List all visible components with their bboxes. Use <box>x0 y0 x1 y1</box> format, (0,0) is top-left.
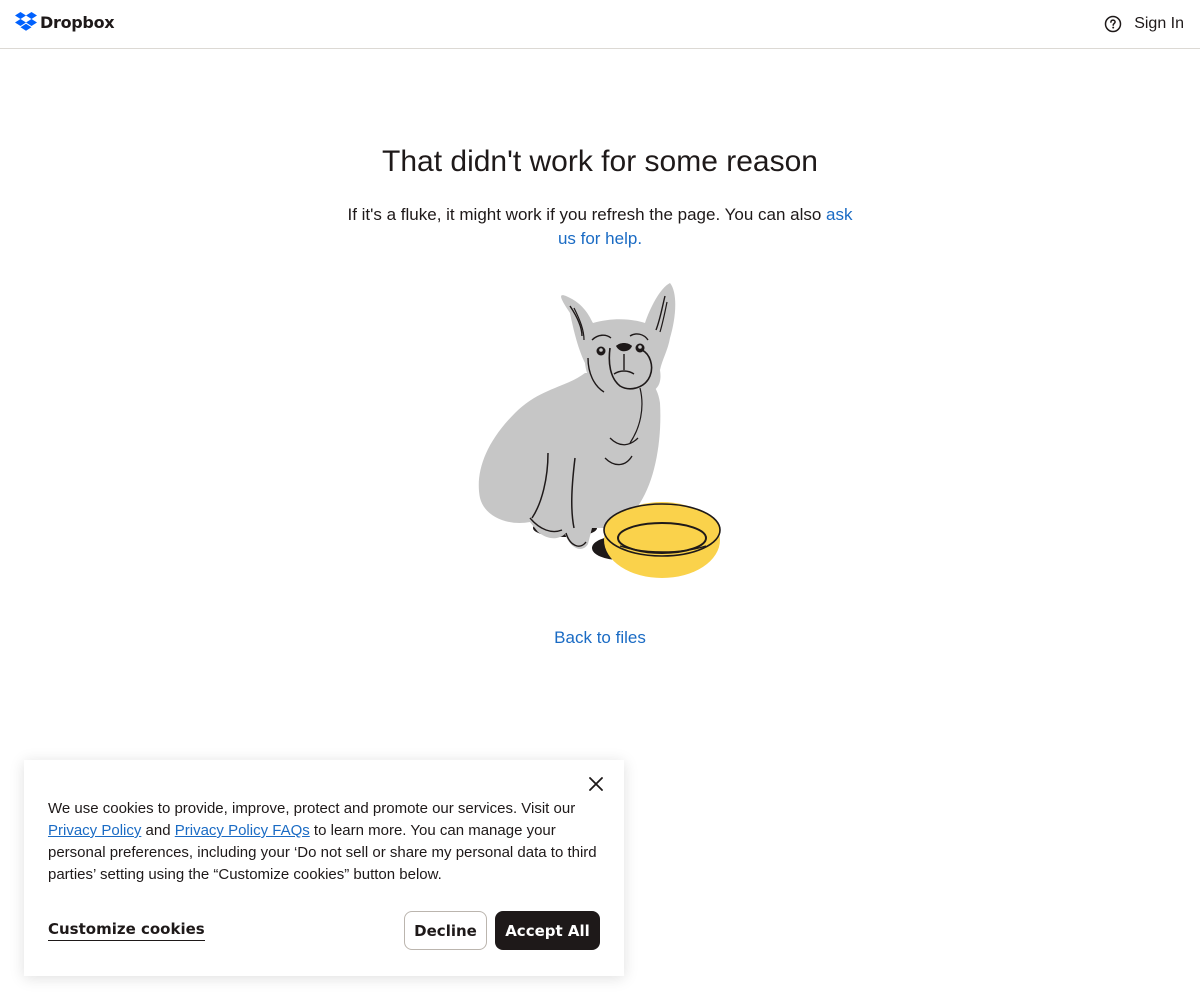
help-circle-icon[interactable] <box>1102 13 1124 35</box>
top-header: Dropbox Sign In <box>0 0 1200 49</box>
logo-text: Dropbox <box>40 12 115 32</box>
decline-button[interactable]: Decline <box>404 911 487 950</box>
back-to-files-container: Back to files <box>0 628 1200 648</box>
privacy-policy-faqs-link[interactable]: Privacy Policy FAQs <box>175 822 310 839</box>
sad-dog-with-empty-bowl-illustration <box>470 278 730 588</box>
privacy-policy-link[interactable]: Privacy Policy <box>48 822 141 839</box>
error-message-text: If it's a fluke, it might work if you re… <box>347 205 827 224</box>
error-message: If it's a fluke, it might work if you re… <box>345 203 855 251</box>
customize-cookies-button[interactable]: Customize cookies <box>48 920 205 941</box>
dropbox-logo-icon <box>15 12 37 32</box>
error-title: That didn't work for some reason <box>382 145 818 178</box>
cookie-text-intro: We use cookies to provide, improve, prot… <box>48 800 576 817</box>
header-actions: Sign In <box>1102 13 1184 35</box>
close-icon[interactable] <box>586 774 606 794</box>
accept-all-button[interactable]: Accept All <box>495 911 600 950</box>
dropbox-logo-link[interactable]: Dropbox <box>15 12 115 32</box>
back-to-files-link[interactable]: Back to files <box>554 628 646 647</box>
cookie-message: We use cookies to provide, improve, prot… <box>48 798 608 886</box>
cookie-text-and: and <box>141 822 175 839</box>
sign-in-link[interactable]: Sign In <box>1134 15 1184 33</box>
cookie-banner: We use cookies to provide, improve, prot… <box>24 760 624 976</box>
